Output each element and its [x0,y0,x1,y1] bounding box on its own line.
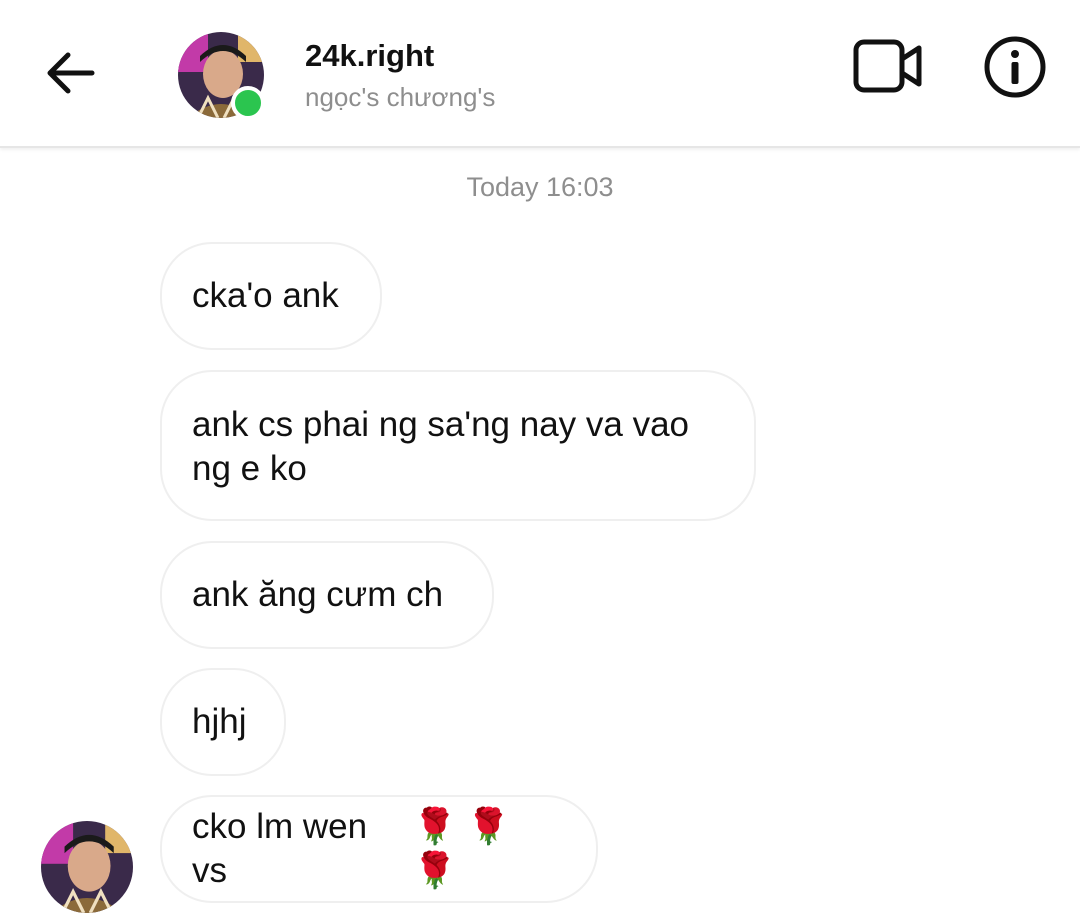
sender-avatar[interactable] [41,821,133,913]
online-status-dot [231,86,265,120]
message-text: cka'o ank [192,276,339,315]
video-camera-icon [853,37,923,100]
rose-emoji: 🌹🌹🌹 [413,807,521,890]
chat-header: 24k.right ngọc's chương's [0,0,1080,148]
message-bubble[interactable]: cka'o ank [160,242,382,350]
info-icon [983,35,1047,104]
chat-subtitle: ngọc's chương's [305,82,496,112]
message-bubble[interactable]: cko lm wen vs 🌹🌹🌹 [160,795,598,903]
chat-username[interactable]: 24k.right [305,38,434,74]
back-button[interactable] [40,46,102,104]
video-call-button[interactable] [850,36,926,100]
message-text: hjhj [192,702,247,741]
message-bubble[interactable]: ank ăng cưm ch [160,541,494,649]
info-button[interactable] [982,36,1048,102]
message-text: cko lm wen vs [192,807,368,890]
message-bubble[interactable]: hjhj [160,668,286,776]
message-text: ank cs phai ng sa'ng nay va vao ng e ko [192,404,690,488]
message-bubble[interactable]: ank cs phai ng sa'ng nay va vao ng e ko [160,370,756,521]
message-text: ank ăng cưm ch [192,575,444,614]
arrow-left-icon [46,51,96,100]
message-timestamp: Today 16:03 [466,172,614,202]
